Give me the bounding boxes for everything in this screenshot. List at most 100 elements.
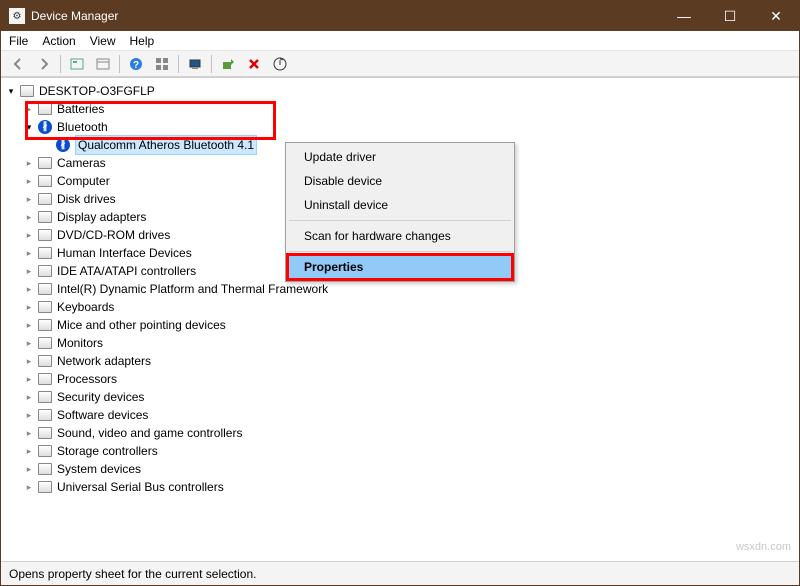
tree-item-monitor[interactable]: ▸ Monitors bbox=[1, 334, 799, 352]
ctx-properties[interactable]: Properties bbox=[288, 255, 512, 279]
tree-item-sound[interactable]: ▸ Sound, video and game controllers bbox=[1, 424, 799, 442]
expander-icon[interactable]: ▸ bbox=[23, 265, 35, 277]
tree-item-intel[interactable]: ▸ Intel(R) Dynamic Platform and Thermal F… bbox=[1, 280, 799, 298]
tree-item-cpu[interactable]: ▸Processors bbox=[1, 370, 799, 388]
expander-icon[interactable]: ▸ bbox=[23, 175, 35, 187]
tree-item-network[interactable]: ▸ Network adapters bbox=[1, 352, 799, 370]
tree-label: Software devices bbox=[57, 406, 148, 424]
expander-icon[interactable]: ▸ bbox=[23, 481, 35, 493]
tree-label: Display adapters bbox=[57, 208, 146, 226]
expander-icon[interactable]: ▸ bbox=[23, 337, 35, 349]
tree-item-software[interactable]: ▸ Software devices bbox=[1, 406, 799, 424]
expander-icon[interactable]: ▸ bbox=[23, 391, 35, 403]
tree-item-usb[interactable]: ▸Universal Serial Bus controllers bbox=[1, 478, 799, 496]
display-icon bbox=[37, 209, 53, 225]
tree-panel[interactable]: ▾DESKTOP-O3FGFLP▸Batteries▾∦Bluetooth▸∦Q… bbox=[1, 77, 799, 561]
tree-root[interactable]: ▾ DESKTOP-O3FGFLP bbox=[1, 82, 799, 100]
ctx-disable-device[interactable]: Disable device bbox=[288, 169, 512, 193]
close-button[interactable]: ✕ bbox=[753, 1, 799, 31]
tree-label: Disk drives bbox=[57, 190, 116, 208]
tree-label: Monitors bbox=[57, 334, 103, 352]
minimize-button[interactable]: — bbox=[661, 1, 707, 31]
menu-view[interactable]: View bbox=[90, 34, 116, 48]
expander-icon[interactable]: ▾ bbox=[5, 85, 17, 97]
uninstall-toolbar-button[interactable] bbox=[242, 53, 266, 75]
toolbar-btn-4[interactable] bbox=[150, 53, 174, 75]
keyboard-icon bbox=[37, 299, 53, 315]
show-all-button[interactable] bbox=[65, 53, 89, 75]
mouse-icon bbox=[37, 317, 53, 333]
expander-icon[interactable]: ▸ bbox=[23, 283, 35, 295]
properties-toolbar-button[interactable] bbox=[91, 53, 115, 75]
tree-label: Sound, video and game controllers bbox=[57, 424, 242, 442]
expander-icon[interactable]: ▸ bbox=[23, 463, 35, 475]
tree-item-keyboard[interactable]: ▸ Keyboards bbox=[1, 298, 799, 316]
computer-icon bbox=[37, 173, 53, 189]
tree-label: DESKTOP-O3FGFLP bbox=[39, 82, 155, 100]
tree-label: Storage controllers bbox=[57, 442, 158, 460]
ctx-uninstall-device[interactable]: Uninstall device bbox=[288, 193, 512, 217]
tree-label: DVD/CD-ROM drives bbox=[57, 226, 170, 244]
dvd-icon bbox=[37, 227, 53, 243]
ctx-scan-hardware[interactable]: Scan for hardware changes bbox=[288, 224, 512, 248]
tree-label: Bluetooth bbox=[57, 118, 108, 136]
tree-label: Batteries bbox=[57, 100, 104, 118]
system-icon bbox=[37, 461, 53, 477]
expander-icon[interactable]: ▸ bbox=[23, 427, 35, 439]
tree-label: Intel(R) Dynamic Platform and Thermal Fr… bbox=[57, 280, 328, 298]
watermark: wsxdn.com bbox=[736, 541, 791, 553]
battery-icon bbox=[37, 101, 53, 117]
expander-icon[interactable]: ▸ bbox=[23, 103, 35, 115]
scan-hardware-button[interactable] bbox=[216, 53, 240, 75]
update-toolbar-button[interactable] bbox=[268, 53, 292, 75]
menu-action[interactable]: Action bbox=[42, 34, 75, 48]
maximize-button[interactable]: ☐ bbox=[707, 1, 753, 31]
cpu-icon bbox=[37, 371, 53, 387]
menu-help[interactable]: Help bbox=[130, 34, 155, 48]
tree-label: Keyboards bbox=[57, 298, 114, 316]
status-text: Opens property sheet for the current sel… bbox=[9, 567, 256, 581]
help-button[interactable]: ? bbox=[124, 53, 148, 75]
menu-file[interactable]: File bbox=[9, 34, 28, 48]
toolbar: ? bbox=[1, 51, 799, 77]
device-manager-window: ⚙ Device Manager — ☐ ✕ File Action View … bbox=[0, 0, 800, 586]
expander-icon[interactable]: ▸ bbox=[23, 355, 35, 367]
tree-label: IDE ATA/ATAPI controllers bbox=[57, 262, 196, 280]
computer-icon bbox=[19, 83, 35, 99]
tree-label: Cameras bbox=[57, 154, 106, 172]
statusbar: Opens property sheet for the current sel… bbox=[1, 561, 799, 585]
bluetooth-icon: ∦ bbox=[37, 119, 53, 135]
tree-label: Qualcomm Atheros Bluetooth 4.1 bbox=[75, 135, 257, 155]
tree-item-mouse[interactable]: ▸Mice and other pointing devices bbox=[1, 316, 799, 334]
context-menu: Update driver Disable device Uninstall d… bbox=[285, 142, 515, 282]
expander-icon[interactable]: ▸ bbox=[23, 193, 35, 205]
tree-item-security[interactable]: ▸ Security devices bbox=[1, 388, 799, 406]
expander-icon[interactable]: ▸ bbox=[23, 373, 35, 385]
expander-icon[interactable]: ▸ bbox=[23, 247, 35, 259]
tree-item-battery[interactable]: ▸ Batteries bbox=[1, 100, 799, 118]
tree-item-storage[interactable]: ▸ Storage controllers bbox=[1, 442, 799, 460]
tree-item-system[interactable]: ▸System devices bbox=[1, 460, 799, 478]
expander-icon[interactable]: ▸ bbox=[23, 229, 35, 241]
toolbar-btn-5[interactable] bbox=[183, 53, 207, 75]
expander-icon[interactable]: ▸ bbox=[23, 445, 35, 457]
tree-label: Human Interface Devices bbox=[57, 244, 192, 262]
expander-icon[interactable]: ▸ bbox=[23, 301, 35, 313]
tree-label: Network adapters bbox=[57, 352, 151, 370]
expander-icon[interactable]: ▸ bbox=[23, 319, 35, 331]
expander-icon[interactable]: ▸ bbox=[23, 157, 35, 169]
titlebar[interactable]: ⚙ Device Manager — ☐ ✕ bbox=[1, 1, 799, 31]
forward-button[interactable] bbox=[32, 53, 56, 75]
monitor-icon bbox=[37, 335, 53, 351]
expander-icon[interactable]: ▸ bbox=[23, 409, 35, 421]
tree-item-bluetooth[interactable]: ▾∦Bluetooth bbox=[1, 118, 799, 136]
ide-icon bbox=[37, 263, 53, 279]
expander-icon[interactable]: ▸ bbox=[23, 211, 35, 223]
storage-icon bbox=[37, 443, 53, 459]
security-icon bbox=[37, 389, 53, 405]
back-button[interactable] bbox=[6, 53, 30, 75]
tree-label: Security devices bbox=[57, 388, 144, 406]
ctx-update-driver[interactable]: Update driver bbox=[288, 145, 512, 169]
ctx-sep-2 bbox=[289, 251, 511, 252]
expander-icon[interactable]: ▾ bbox=[23, 121, 35, 133]
